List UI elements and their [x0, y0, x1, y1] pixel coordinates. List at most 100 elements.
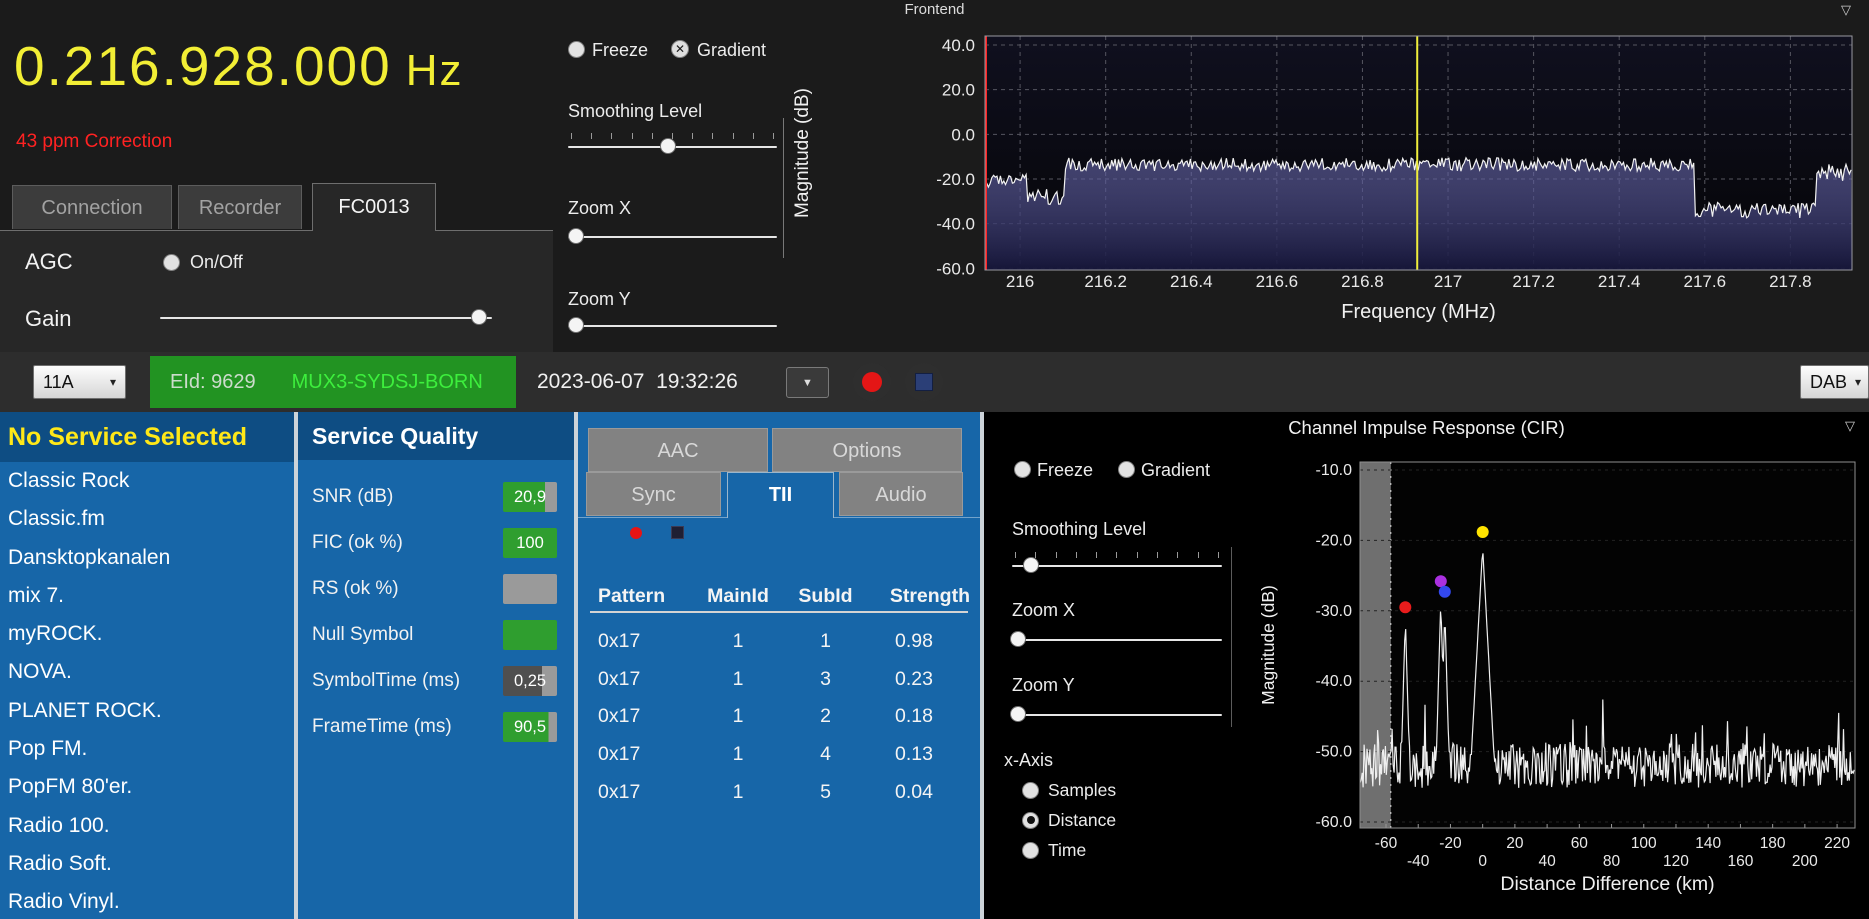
cir-smoothing-slider[interactable] [1012, 552, 1222, 576]
service-item-planet-rock[interactable]: PLANET ROCK. [0, 692, 294, 730]
agc-onoff-radio[interactable] [163, 254, 180, 271]
slider-thumb[interactable] [1022, 557, 1039, 573]
svg-text:140: 140 [1695, 835, 1721, 852]
tab-tii[interactable]: TII [727, 472, 834, 518]
svg-text:217: 217 [1434, 272, 1462, 291]
tii-table-row: 0x17 1 4 0.13 [598, 743, 933, 766]
slider-thumb[interactable] [1010, 706, 1027, 722]
cir-panel: Channel Impulse Response (CIR) ▽ Freeze … [984, 412, 1869, 919]
stop-indicator-icon[interactable] [671, 526, 684, 539]
tab-aac[interactable]: AAC [588, 428, 768, 472]
svg-text:20: 20 [1506, 835, 1524, 852]
slider-ticks [1015, 552, 1219, 558]
service-item-nova[interactable]: NOVA. [0, 653, 294, 691]
tab-options[interactable]: Options [772, 428, 962, 472]
svg-text:216.6: 216.6 [1256, 272, 1299, 291]
gain-slider[interactable] [160, 306, 492, 330]
service-item-pop-fm[interactable]: Pop FM. [0, 730, 294, 768]
service-item-radio-vinyl[interactable]: Radio Vinyl. [0, 883, 294, 919]
xaxis-option-distance[interactable]: Distance [1022, 809, 1116, 831]
cir-zoomy-label: Zoom Y [1012, 675, 1075, 695]
cir-dot-purple [1434, 575, 1447, 588]
spectrum-freeze-radio[interactable] [568, 41, 585, 58]
spectrum-zoomx-slider[interactable] [568, 225, 777, 249]
radio-samples[interactable] [1022, 781, 1039, 799]
gain-label: Gain [25, 306, 72, 331]
cir-freeze-radio[interactable] [1014, 461, 1031, 478]
tii-table-header-underline [590, 611, 968, 613]
cir-zoomx-slider[interactable] [1010, 628, 1222, 652]
service-item-mix-7[interactable]: mix 7. [0, 577, 294, 615]
svg-text:160: 160 [1727, 853, 1753, 870]
tab-sync[interactable]: Sync [586, 472, 721, 516]
frequency-value: 0.216.928.000 [14, 35, 392, 97]
cir-gradient-label: Gradient [1141, 460, 1211, 480]
dropdown-button[interactable]: ▼ [786, 367, 829, 398]
tii-table-row: 0x17 1 5 0.04 [598, 780, 933, 803]
quality-row-symboltime-ms: SymbolTime (ms) 0,25 [298, 666, 574, 696]
tab-recorder[interactable]: Recorder [178, 185, 302, 229]
radio-distance[interactable] [1022, 811, 1039, 829]
svg-text:-60.0: -60.0 [1316, 814, 1353, 831]
xaxis-option-time[interactable]: Time [1022, 839, 1086, 861]
frontend-tab-bar: Connection Recorder FC0013 [0, 183, 553, 231]
service-item-popfm-80-er[interactable]: PopFM 80'er. [0, 768, 294, 806]
quality-badge-null-symbol [503, 620, 557, 650]
radio-time[interactable] [1022, 841, 1039, 859]
svg-text:216.8: 216.8 [1341, 272, 1384, 291]
gain-slider-thumb[interactable] [470, 309, 487, 325]
svg-text:-60: -60 [1375, 835, 1398, 852]
svg-text:20.0: 20.0 [942, 81, 975, 100]
spectrum-gradient-checkbox[interactable]: ✕ [671, 40, 689, 58]
svg-text:200: 200 [1792, 853, 1818, 870]
mode-selector[interactable]: DAB ▾ [1800, 365, 1869, 399]
cir-gradient-radio[interactable] [1118, 461, 1135, 478]
service-item-radio-soft[interactable]: Radio Soft. [0, 845, 294, 883]
stop-button[interactable] [905, 363, 943, 401]
tab-fc0013[interactable]: FC0013 [312, 183, 436, 231]
record-indicator-icon[interactable] [630, 527, 642, 539]
tab-audio[interactable]: Audio [839, 472, 963, 516]
svg-text:0: 0 [1478, 853, 1487, 870]
spectrum-smoothing-slider[interactable] [568, 133, 777, 157]
gain-slider-groove [160, 317, 492, 319]
tii-table-header: Pattern MainId SubId Strength [598, 585, 970, 607]
svg-text:-40.0: -40.0 [936, 215, 975, 234]
record-button[interactable] [853, 363, 891, 401]
service-item-classic-fm[interactable]: Classic.fm [0, 500, 294, 538]
slider-groove [1012, 565, 1222, 567]
service-item-radio-100[interactable]: Radio 100. [0, 807, 294, 845]
cir-zoomx-label: Zoom X [1012, 600, 1076, 620]
spectrum-zoomy-slider[interactable] [568, 314, 777, 338]
svg-text:-40.0: -40.0 [1316, 673, 1353, 690]
slider-thumb[interactable] [660, 138, 677, 154]
slider-groove [568, 236, 777, 238]
service-item-classic-rock[interactable]: Classic Rock [0, 462, 294, 500]
tii-table-row: 0x17 1 1 0.98 [598, 630, 933, 652]
svg-text:0.0: 0.0 [951, 125, 975, 144]
spectrum-zoomx-label: Zoom X [568, 198, 632, 218]
xaxis-option-samples[interactable]: Samples [1022, 779, 1116, 801]
quality-row-frametime-ms: FrameTime (ms) 90,5 [298, 712, 574, 742]
svg-text:Magnitude (dB): Magnitude (dB) [1258, 585, 1278, 705]
controls-divider [783, 118, 784, 258]
service-list-panel: No Service Selected Classic Rock Classic.… [0, 412, 294, 919]
slider-thumb[interactable] [568, 228, 585, 244]
svg-text:216: 216 [1006, 272, 1034, 291]
svg-text:-20: -20 [1439, 835, 1462, 852]
channel-value: 11A [43, 371, 74, 392]
quality-row-null-symbol: Null Symbol [298, 620, 574, 650]
tab-connection[interactable]: Connection [12, 185, 172, 229]
slider-thumb[interactable] [1010, 631, 1027, 647]
collapse-frontend-icon[interactable]: ▽ [1841, 0, 1851, 20]
svg-text:-40: -40 [1407, 853, 1430, 870]
service-item-myrock[interactable]: myROCK. [0, 615, 294, 653]
slider-thumb[interactable] [568, 317, 585, 333]
quality-badge-symboltime-ms: 0,25 [503, 666, 557, 696]
quality-badge-snr-db: 20,9 [503, 482, 557, 512]
chevron-down-icon: ▾ [109, 375, 116, 389]
service-item-dansktopkanalen[interactable]: Dansktopkanalen [0, 539, 294, 577]
service-list-header: No Service Selected [0, 412, 294, 462]
cir-zoomy-slider[interactable] [1010, 703, 1222, 727]
channel-selector[interactable]: 11A ▾ [33, 365, 126, 399]
